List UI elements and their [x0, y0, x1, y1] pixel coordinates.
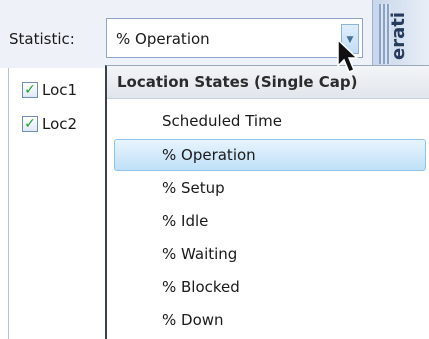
option-label: Scheduled Time — [162, 112, 282, 130]
location-checklist: ✓ Loc1 ✓ Loc2 — [0, 68, 106, 339]
dropdown-option[interactable]: Scheduled Time — [107, 105, 429, 137]
location-label: Loc1 — [42, 81, 78, 99]
statistic-label: Statistic: — [9, 30, 75, 48]
option-label: % Down — [162, 311, 224, 329]
checkmark-icon[interactable]: ✓ — [22, 116, 38, 132]
dropdown-option[interactable]: % Idle — [107, 205, 429, 237]
statistic-combo-value: % Operation — [116, 30, 210, 48]
group-header-label: Location States (Single Cap) — [117, 73, 358, 91]
option-label: % Blocked — [162, 278, 240, 296]
panel-divider — [8, 68, 9, 339]
dropdown-option[interactable]: % Down — [107, 304, 429, 336]
side-panel-title: erati — [388, 12, 409, 61]
option-label: % Setup — [162, 179, 225, 197]
checkmark-icon[interactable]: ✓ — [22, 82, 38, 98]
statistic-combo[interactable]: % Operation ▼ — [106, 18, 363, 58]
dropdown-option[interactable]: % Setup — [107, 172, 429, 204]
option-label: % Waiting — [162, 245, 238, 263]
option-label: % Idle — [162, 212, 209, 230]
dropdown-group-header: Location States (Single Cap) — [107, 66, 429, 99]
option-label: % Operation — [162, 146, 256, 164]
statistic-dropdown-list: Location States (Single Cap) Scheduled T… — [105, 65, 429, 339]
location-label: Loc2 — [42, 115, 78, 133]
mouse-pointer-icon — [337, 38, 359, 73]
dropdown-option-selected[interactable]: % Operation — [114, 139, 426, 171]
dropdown-option[interactable]: % Waiting — [107, 238, 429, 270]
dropdown-option[interactable]: % Blocked — [107, 271, 429, 303]
